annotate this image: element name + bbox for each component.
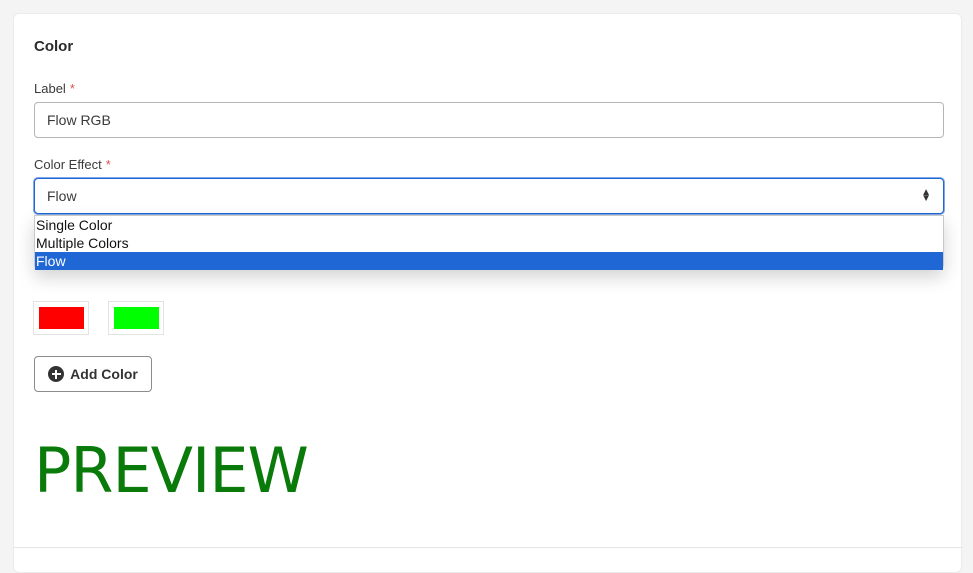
add-color-button[interactable]: Add Color (34, 356, 152, 392)
color-swatch-2-fill (113, 307, 159, 329)
section-title: Color (34, 38, 74, 55)
preview-text: PREVIEW (34, 434, 309, 507)
required-mark: * (105, 157, 111, 172)
option-single-color[interactable]: Single Color (35, 216, 943, 234)
plus-circle-icon (48, 366, 65, 382)
label-field-label: Label * (34, 81, 75, 96)
color-effect-label: Color Effect * (34, 157, 111, 172)
select-arrows-icon: ▲ ▼ (921, 187, 931, 204)
color-effect-select[interactable]: Flow ▲ ▼ (34, 178, 944, 214)
divider (14, 547, 963, 548)
color-settings-card: Color Label* Color Effect* Flow ▲▼ Singl… (13, 13, 963, 573)
label-input[interactable] (34, 102, 944, 138)
option-multiple-colors[interactable]: Multiple Colors (35, 234, 943, 252)
color-effect-label-text: Color Effect (34, 157, 102, 172)
color-swatch-1-fill (38, 307, 84, 329)
color-swatch-1[interactable] (33, 301, 89, 335)
required-mark: * (69, 81, 75, 96)
option-flow[interactable]: Flow (35, 252, 943, 270)
color-effect-dropdown: Single Color Multiple Colors Flow (34, 215, 944, 270)
color-effect-selected-value: Flow (47, 188, 77, 204)
label-field-label-text: Label (34, 81, 66, 96)
add-color-button-label: Add Color (70, 366, 138, 382)
color-swatch-2[interactable] (108, 301, 164, 335)
